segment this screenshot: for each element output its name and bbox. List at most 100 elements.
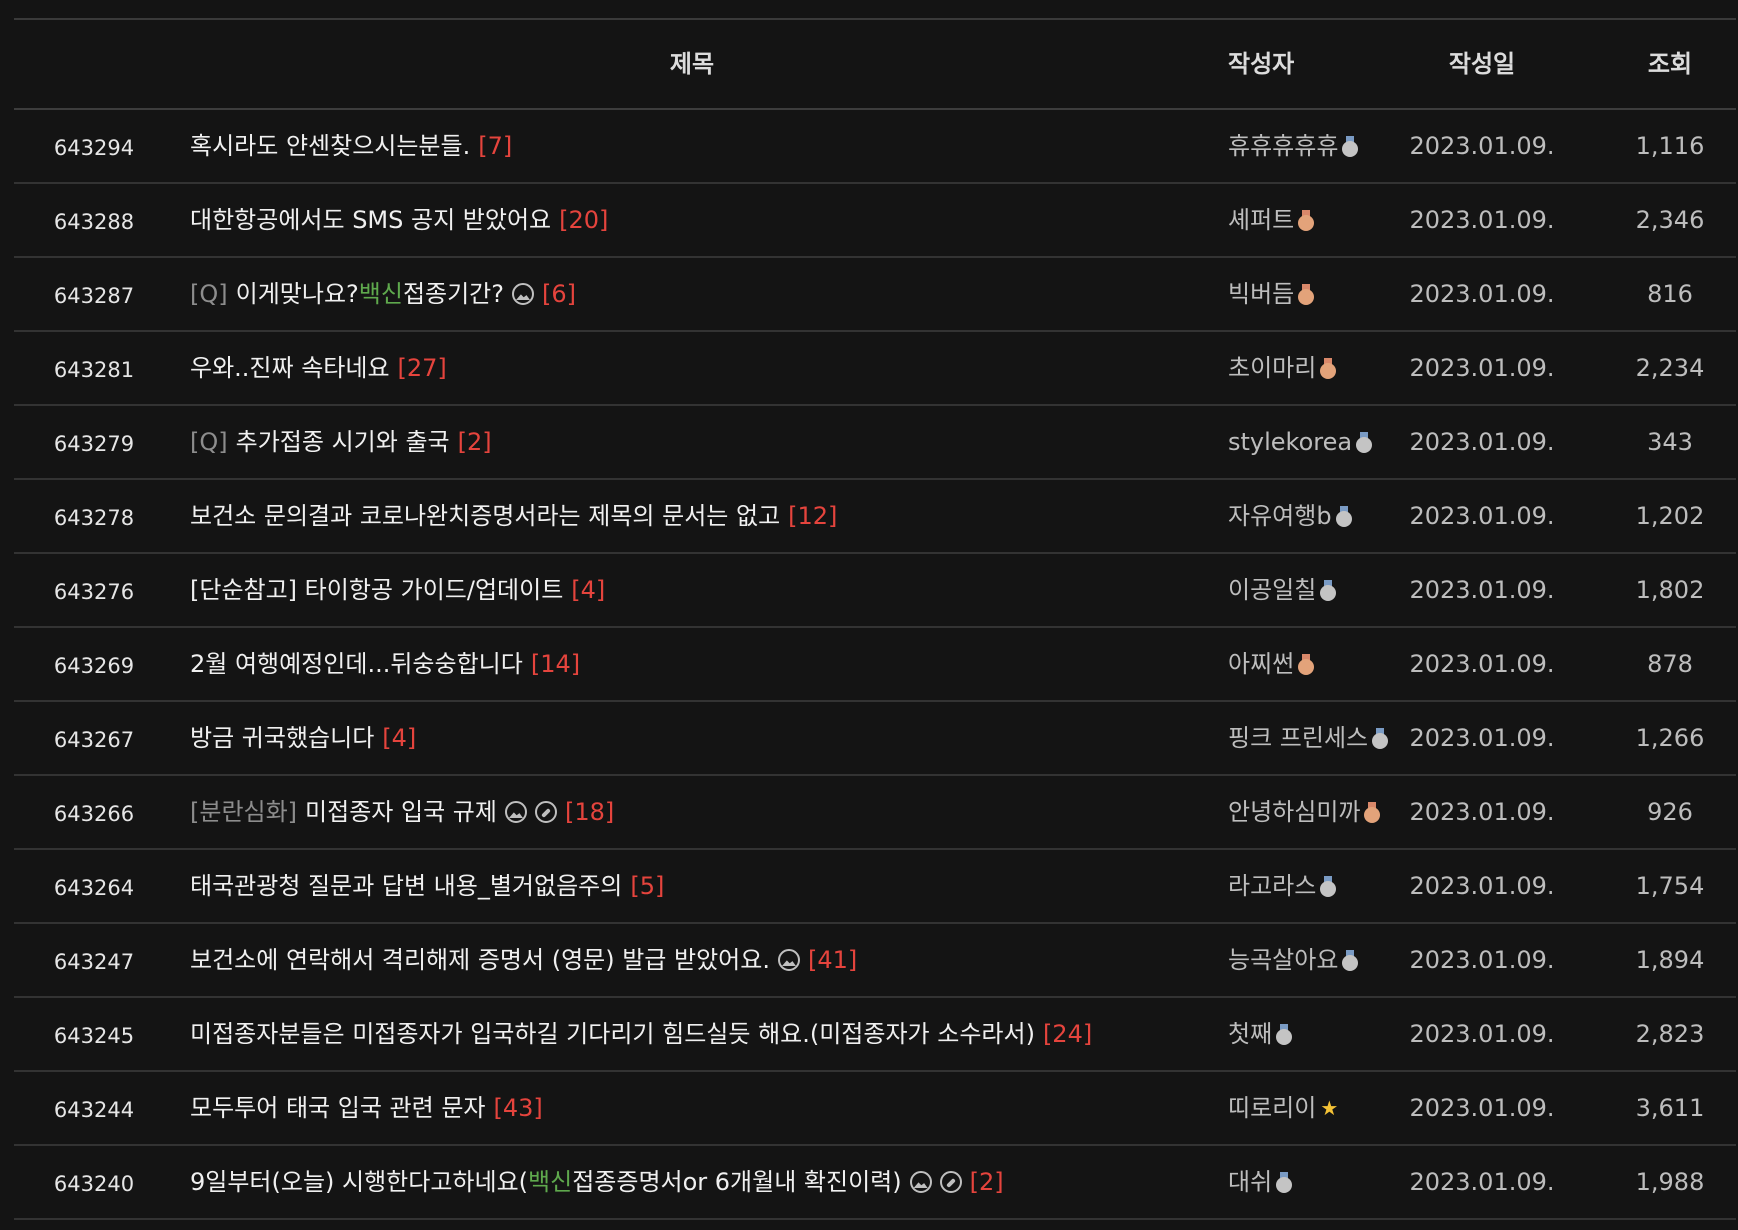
post-author[interactable]: 자유여행b: [1228, 480, 1352, 552]
post-number: 643240: [53, 1172, 135, 1196]
comment-count[interactable]: [27]: [398, 354, 447, 382]
post-author[interactable]: stylekorea: [1228, 406, 1373, 478]
post-author[interactable]: 대쉬: [1228, 1146, 1293, 1218]
post-rows: 643294 혹시라도 얀센찾으시는분들. [7] 휴휴휴휴휴 2023.01.09. 1…: [14, 110, 1736, 1220]
post-title-link[interactable]: 2월 여행예정인데...뒤숭숭합니다 [14]: [190, 628, 580, 700]
comment-count[interactable]: [12]: [788, 502, 837, 530]
post-title-link[interactable]: 보건소 문의결과 코로나완치증명서라는 제목의 문서는 없고 [12]: [190, 480, 837, 552]
post-title-link[interactable]: [Q] 추가접종 시기와 출국 [2]: [190, 406, 492, 478]
table-row[interactable]: 643294 혹시라도 얀센찾으시는분들. [7] 휴휴휴휴휴 2023.01.09. 1…: [14, 110, 1736, 184]
post-title-link[interactable]: 태국관광청 질문과 답변 내용_별거없음주의 [5]: [190, 850, 664, 922]
author-name[interactable]: 이공일칠: [1228, 576, 1316, 604]
comment-count[interactable]: [4]: [571, 576, 605, 604]
comment-count[interactable]: [14]: [531, 650, 580, 678]
post-title-link[interactable]: 9일부터(오늘) 시행한다고하네요(백신접종증명서or 6개월내 확진이력) [2…: [190, 1146, 1004, 1218]
medal-disc: [1320, 585, 1337, 601]
comment-count[interactable]: [6]: [542, 280, 576, 308]
view-count: 1,988: [1635, 1168, 1705, 1196]
post-author[interactable]: 능곡살아요: [1228, 924, 1359, 996]
table-row[interactable]: 643276 [단순참고] 타이항공 가이드/업데이트 [4] 이공일칠 2023.01…: [14, 554, 1736, 628]
table-row[interactable]: 643245 미접종자분들은 미접종자가 입국하길 기다리기 힘드실듯 해요.(미…: [14, 998, 1736, 1072]
table-row[interactable]: 643266 [분란심화] 미접종자 입국 규제 [18] 안녕하심미까 2023.01.…: [14, 776, 1736, 850]
author-name[interactable]: 첫째: [1228, 1020, 1272, 1048]
comment-count[interactable]: [41]: [808, 946, 857, 974]
table-row[interactable]: 643278 보건소 문의결과 코로나완치증명서라는 제목의 문서는 없고 [12]…: [14, 480, 1736, 554]
table-row[interactable]: 643287 [Q] 이게맞나요?백신접종기간? [6] 빅버듬 2023.01.09. 8…: [14, 258, 1736, 332]
view-count: 343: [1647, 428, 1693, 456]
post-author[interactable]: 띠로리이 ★: [1228, 1072, 1338, 1144]
author-name[interactable]: 능곡살아요: [1228, 946, 1338, 974]
comment-count[interactable]: [2]: [970, 1168, 1004, 1196]
view-count: 1,894: [1635, 946, 1705, 974]
author-name[interactable]: 안녕하심미까: [1228, 798, 1360, 826]
post-number: 643281: [53, 358, 135, 382]
comment-count[interactable]: [7]: [478, 132, 512, 160]
post-date: 2023.01.09.: [1409, 428, 1555, 456]
author-name[interactable]: 휴휴휴휴휴: [1228, 132, 1338, 160]
post-number: 643267: [53, 728, 135, 752]
bronze-medal-icon: [1320, 358, 1337, 379]
post-title-link[interactable]: 우와..진짜 속타네요 [27]: [190, 332, 447, 404]
column-header-date: 작성일: [1448, 50, 1516, 78]
author-name[interactable]: 라고라스: [1228, 872, 1316, 900]
comment-count[interactable]: [43]: [493, 1094, 542, 1122]
post-title-link[interactable]: [분란심화] 미접종자 입국 규제 [18]: [190, 776, 614, 848]
table-row[interactable]: 643281 우와..진짜 속타네요 [27] 초이마리 2023.01.09. 2,23…: [14, 332, 1736, 406]
post-category-tag: [Q]: [190, 428, 228, 456]
column-header-title: 제목: [669, 50, 715, 78]
post-date: 2023.01.09.: [1409, 206, 1555, 234]
post-author[interactable]: 셰퍼트: [1228, 184, 1315, 256]
post-title-text: 접종증명서or 6개월내 확진이력): [572, 1168, 902, 1196]
table-row[interactable]: 643244 모두투어 태국 입국 관련 문자 [43] 띠로리이 ★ 2023.01.0…: [14, 1072, 1736, 1146]
post-author[interactable]: 초이마리: [1228, 332, 1337, 404]
post-author[interactable]: 휴휴휴휴휴: [1228, 110, 1359, 182]
link-icon: [939, 1171, 962, 1193]
post-title-link[interactable]: 대한항공에서도 SMS 공지 받았어요 [20]: [190, 184, 608, 256]
comment-count[interactable]: [4]: [382, 724, 416, 752]
post-date: 2023.01.09.: [1409, 354, 1555, 382]
post-title-link[interactable]: [단순참고] 타이항공 가이드/업데이트 [4]: [190, 554, 605, 626]
column-header-author: 작성자: [1228, 50, 1295, 78]
author-name[interactable]: 대쉬: [1228, 1168, 1272, 1196]
post-title-link[interactable]: 미접종자분들은 미접종자가 입국하길 기다리기 힘드실듯 해요.(미접종자가 소…: [190, 998, 1092, 1070]
post-author[interactable]: 첫째: [1228, 998, 1293, 1070]
table-row[interactable]: 643264 태국관광청 질문과 답변 내용_별거없음주의 [5] 라고라스 2023.…: [14, 850, 1736, 924]
post-author[interactable]: 안녕하심미까: [1228, 776, 1381, 848]
post-date: 2023.01.09.: [1409, 1094, 1555, 1122]
post-author[interactable]: 이공일칠: [1228, 554, 1337, 626]
author-name[interactable]: 핑크 프린세스: [1228, 724, 1368, 752]
comment-count[interactable]: [20]: [559, 206, 608, 234]
highlighted-keyword: 백신: [358, 280, 403, 308]
view-count: 2,346: [1635, 206, 1705, 234]
author-name[interactable]: 초이마리: [1228, 354, 1316, 382]
table-row[interactable]: 643269 2월 여행예정인데...뒤숭숭합니다 [14] 아찌썬 2023.01.0…: [14, 628, 1736, 702]
comment-count[interactable]: [2]: [458, 428, 492, 456]
table-row[interactable]: 643267 방금 귀국했습니다 [4] 핑크 프린세스 2023.01.09. 1,26…: [14, 702, 1736, 776]
comment-count[interactable]: [24]: [1043, 1020, 1092, 1048]
silver-medal-icon: [1342, 950, 1359, 971]
post-title-link[interactable]: 모두투어 태국 입국 관련 문자 [43]: [190, 1072, 543, 1144]
post-title-link[interactable]: [Q] 이게맞나요?백신접종기간? [6]: [190, 258, 576, 330]
table-row[interactable]: 643240 9일부터(오늘) 시행한다고하네요(백신접종증명서or 6개월내 확…: [14, 1146, 1736, 1220]
post-date: 2023.01.09.: [1409, 132, 1555, 160]
post-author[interactable]: 라고라스: [1228, 850, 1337, 922]
comment-count[interactable]: [18]: [565, 798, 614, 826]
post-author[interactable]: 빅버듬: [1228, 258, 1315, 330]
author-name[interactable]: 띠로리이: [1228, 1094, 1316, 1122]
author-name[interactable]: 빅버듬: [1228, 280, 1294, 308]
table-row[interactable]: 643279 [Q] 추가접종 시기와 출국 [2] stylekorea 2023.01…: [14, 406, 1736, 480]
comment-count[interactable]: [5]: [630, 872, 664, 900]
post-author[interactable]: 아찌썬: [1228, 628, 1315, 700]
post-title-link[interactable]: 방금 귀국했습니다 [4]: [190, 702, 416, 774]
post-category-tag: [분란심화]: [190, 798, 298, 826]
author-name[interactable]: 셰퍼트: [1228, 206, 1294, 234]
post-title-text: 이게맞나요?: [235, 280, 359, 308]
post-title-link[interactable]: 보건소에 연락해서 격리해제 증명서 (영문) 발급 받았어요. [41]: [190, 924, 857, 996]
table-row[interactable]: 643247 보건소에 연락해서 격리해제 증명서 (영문) 발급 받았어요. [4…: [14, 924, 1736, 998]
author-name[interactable]: stylekorea: [1228, 428, 1352, 456]
post-title-text: 2월 여행예정인데...뒤숭숭합니다: [190, 650, 523, 678]
author-name[interactable]: 아찌썬: [1228, 650, 1294, 678]
post-title-link[interactable]: 혹시라도 얀센찾으시는분들. [7]: [190, 110, 512, 182]
table-row[interactable]: 643288 대한항공에서도 SMS 공지 받았어요 [20] 셰퍼트 2023.01.…: [14, 184, 1736, 258]
author-name[interactable]: 자유여행b: [1228, 502, 1332, 530]
